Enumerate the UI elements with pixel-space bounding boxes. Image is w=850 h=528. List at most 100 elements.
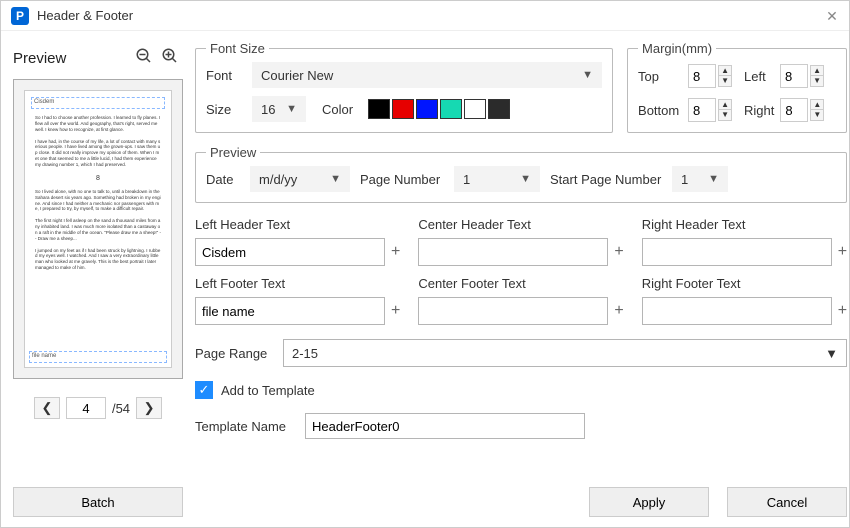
right-footer-input[interactable] [642,297,832,325]
size-select[interactable]: 16 ▼ [252,96,306,122]
color-blue[interactable] [416,99,438,119]
spinner-up-icon[interactable]: ▲ [810,99,824,110]
center-footer-label: Center Footer Text [418,276,623,291]
size-label: Size [206,102,244,117]
color-black[interactable] [368,99,390,119]
preview-panel: Preview Cisdem So I had to choose anothe… [13,41,183,517]
close-icon[interactable]: ✕ [825,9,839,23]
page-range-label: Page Range [195,346,273,361]
preview-header: Cisdem [31,97,165,109]
left-header-input[interactable] [195,238,385,266]
page-number-select[interactable]: 1 ▼ [454,166,540,192]
font-select[interactable]: Courier New ▼ [252,62,602,88]
page-number-label: Page Number [360,172,444,187]
batch-button[interactable]: Batch [13,487,183,517]
header-footer-grid: Left Header Text + Center Header Text + … [195,217,847,325]
page-range-value: 2-15 [292,346,318,361]
zoom-out-icon[interactable] [131,47,157,70]
date-format-value: m/d/yy [259,172,297,187]
size-select-value: 16 [261,102,275,117]
template-name-input[interactable] [305,413,585,439]
chevron-down-icon: ▼ [330,173,341,185]
spinner-up-icon[interactable]: ▲ [718,99,732,110]
font-size-legend: Font Size [206,41,269,56]
margin-right-label: Right [744,103,774,118]
date-label: Date [206,172,240,187]
add-left-header-icon[interactable]: + [391,243,400,261]
apply-button[interactable]: Apply [589,487,709,517]
spinner-up-icon[interactable]: ▲ [810,65,824,76]
add-right-footer-icon[interactable]: + [838,302,847,320]
add-right-header-icon[interactable]: + [838,243,847,261]
right-header-label: Right Header Text [642,217,847,232]
color-label: Color [322,102,360,117]
margin-bottom-label: Bottom [638,103,682,118]
page-number-value: 1 [463,172,470,187]
spinner-down-icon[interactable]: ▼ [718,76,732,87]
left-header-label: Left Header Text [195,217,400,232]
color-red[interactable] [392,99,414,119]
titlebar: P Header & Footer ✕ [1,1,849,31]
color-darkgray[interactable] [488,99,510,119]
margin-group: Margin(mm) Top ▲▼ Left ▲▼ [627,41,847,133]
start-page-value: 1 [681,172,688,187]
font-size-group: Font Size Font Courier New ▼ Size 16 ▼ [195,41,613,133]
add-center-header-icon[interactable]: + [614,243,623,261]
margin-left-spinner[interactable]: ▲▼ [780,64,824,88]
margin-left-input[interactable] [780,64,808,88]
margin-bottom-spinner[interactable]: ▲▼ [688,98,732,122]
preview-body: So I had to choose another profession. I… [31,113,165,279]
margin-right-input[interactable] [780,98,808,122]
pager: ❮ /54 ❯ [13,397,183,419]
color-white[interactable] [464,99,486,119]
center-header-input[interactable] [418,238,608,266]
start-page-select[interactable]: 1 ▼ [672,166,728,192]
margin-top-spinner[interactable]: ▲▼ [688,64,732,88]
font-select-value: Courier New [261,68,333,83]
spinner-down-icon[interactable]: ▼ [810,76,824,87]
preview-footer: file name [29,351,167,363]
chevron-down-icon: ▼ [582,69,593,81]
zoom-in-icon[interactable] [157,47,183,70]
cancel-button[interactable]: Cancel [727,487,847,517]
add-to-template-checkbox[interactable]: ✓ [195,381,213,399]
margin-right-spinner[interactable]: ▲▼ [780,98,824,122]
prev-page-button[interactable]: ❮ [34,397,60,419]
page-range-select[interactable]: 2-15 ▼ [283,339,847,367]
add-center-footer-icon[interactable]: + [614,302,623,320]
page-preview: Cisdem So I had to choose another profes… [13,79,183,379]
center-header-label: Center Header Text [418,217,623,232]
spinner-down-icon[interactable]: ▼ [718,110,732,121]
margin-top-label: Top [638,69,682,84]
center-footer-input[interactable] [418,297,608,325]
font-label: Font [206,68,244,83]
margin-bottom-input[interactable] [688,98,716,122]
margin-legend: Margin(mm) [638,41,716,56]
right-header-input[interactable] [642,238,832,266]
preview-group: Preview Date m/d/yy ▼ Page Number 1 ▼ St… [195,145,847,203]
left-footer-input[interactable] [195,297,385,325]
next-page-button[interactable]: ❯ [136,397,162,419]
left-footer-label: Left Footer Text [195,276,400,291]
chevron-down-icon: ▼ [286,103,297,115]
color-teal[interactable] [440,99,462,119]
add-left-footer-icon[interactable]: + [391,302,400,320]
date-format-select[interactable]: m/d/yy ▼ [250,166,350,192]
app-icon: P [11,7,29,25]
page-number-input[interactable] [66,397,106,419]
spinner-up-icon[interactable]: ▲ [718,65,732,76]
chevron-down-icon: ▼ [708,173,719,185]
page-thumbnail: Cisdem So I had to choose another profes… [24,90,172,368]
margin-top-input[interactable] [688,64,716,88]
page-total: /54 [112,401,130,416]
color-swatches [368,99,510,119]
preview-label: Preview [13,50,131,67]
start-page-label: Start Page Number [550,172,662,187]
template-name-label: Template Name [195,419,295,434]
chevron-down-icon: ▼ [825,346,838,361]
add-to-template-label: Add to Template [221,383,315,398]
right-footer-label: Right Footer Text [642,276,847,291]
margin-left-label: Left [744,69,774,84]
window-title: Header & Footer [37,8,825,23]
spinner-down-icon[interactable]: ▼ [810,110,824,121]
